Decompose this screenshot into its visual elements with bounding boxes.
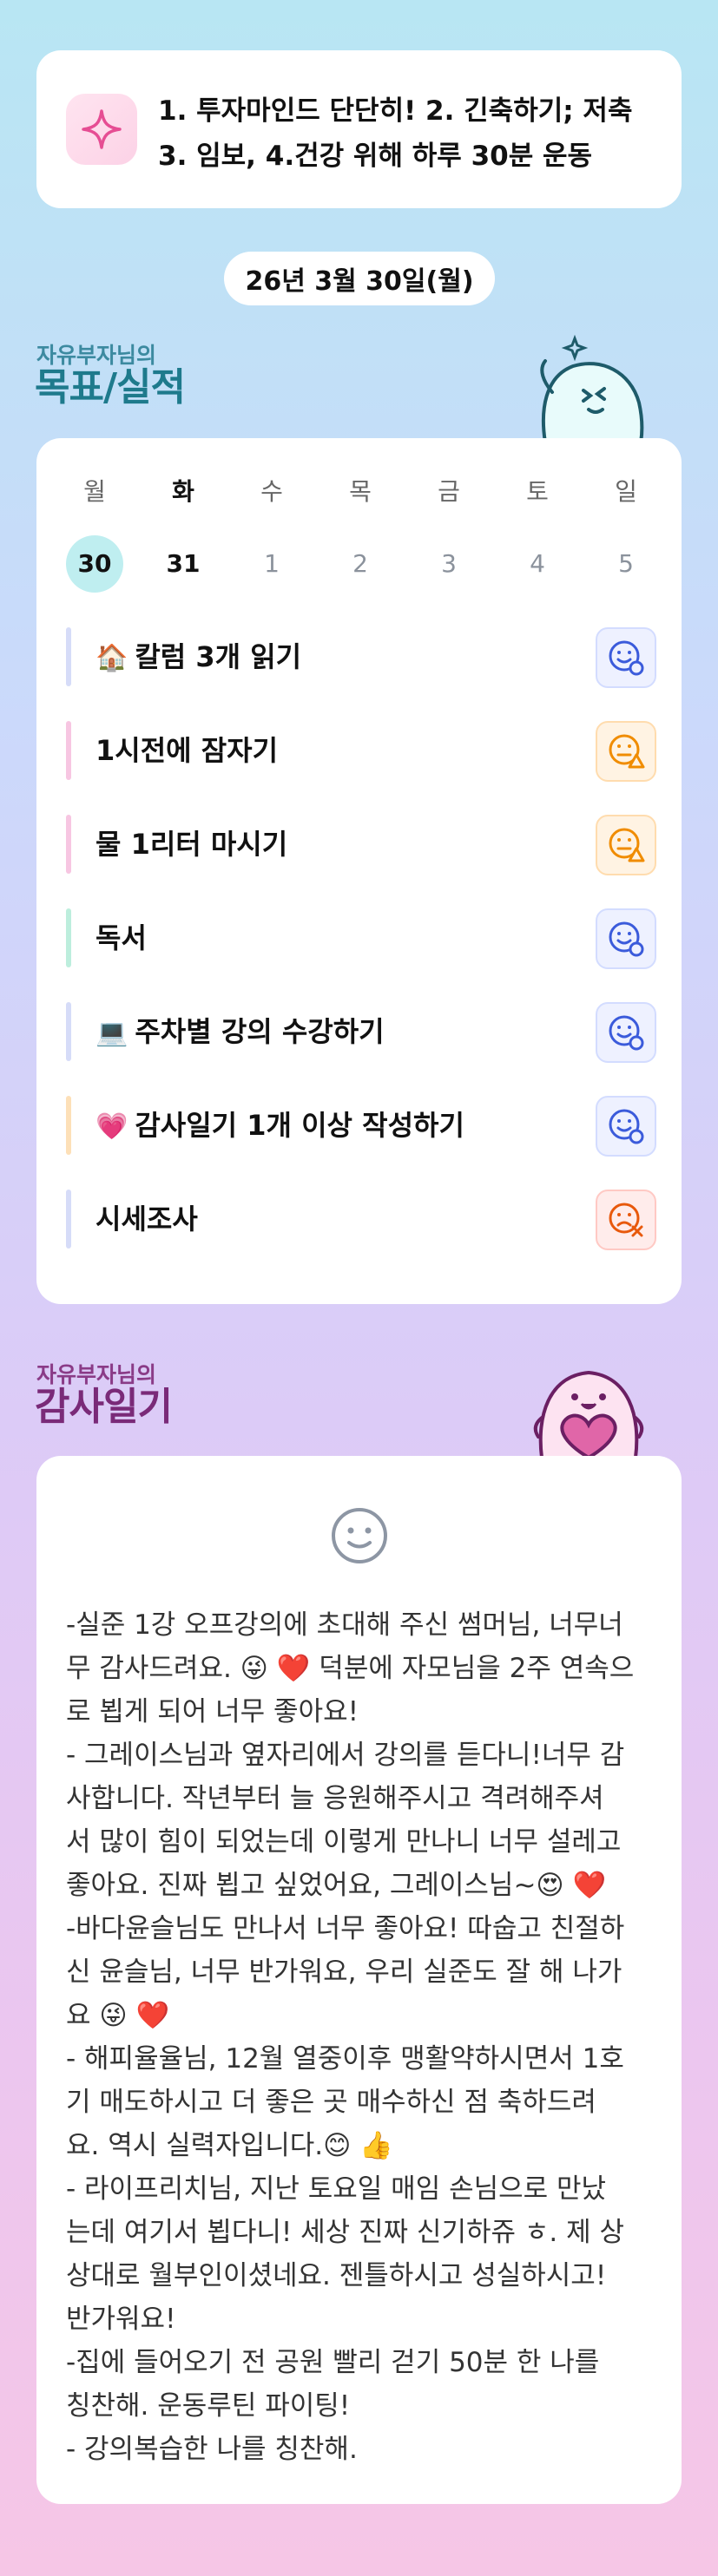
task-color-bar: [66, 815, 71, 874]
goals-card: 월 30 화 31 수 1 목 2 금 3 토 4 일 5 🏠 칼럼 3개 읽기…: [36, 438, 682, 1304]
diary-text: -실준 1강 오프강의에 초대해 주신 썸머님, 너무너 무 감사드려요. 😜 …: [66, 1603, 656, 2471]
day-fri[interactable]: 금 3: [420, 475, 478, 593]
task-color-bar: [66, 908, 71, 967]
day-number: 2: [352, 549, 368, 578]
task-item[interactable]: 💻 주차별 강의 수강하기: [66, 1002, 656, 1063]
diary-entry: -집에 들어오기 전 공원 빨리 걷기 50분 한 나를 칭찬해. 운동루틴 파…: [66, 2347, 600, 2422]
diary-entry: - 라이프리치님, 지난 토요일 매임 손님으로 만났 는데 여기서 뵙다니! …: [66, 2173, 624, 2335]
day-name: 금: [438, 477, 460, 506]
task-label: 💗 감사일기 1개 이상 작성하기: [96, 1096, 464, 1157]
day-thu[interactable]: 목 2: [332, 475, 389, 593]
task-item[interactable]: 물 1리터 마시기: [66, 815, 656, 875]
goal-line-2: 3. 임보, 4.건강 위해 하루 30분 운동: [158, 141, 593, 172]
task-label: 물 1리터 마시기: [96, 815, 287, 874]
status-partial-icon[interactable]: [596, 721, 656, 782]
diary-entry: -실준 1강 오프강의에 초대해 주신 썸머님, 너무너 무 감사드려요. 😜 …: [66, 1609, 635, 1727]
status-done-icon[interactable]: [596, 627, 656, 688]
task-label: 시세조사: [96, 1190, 198, 1249]
day-sun[interactable]: 일 5: [597, 475, 655, 593]
goals-section-title: 목표/실적: [35, 365, 186, 410]
task-text: 칼럼 3개 읽기: [135, 640, 302, 673]
goal-line-1: 1. 투자마인드 단단히! 2. 긴축하기; 저축: [158, 95, 633, 127]
task-color-bar: [66, 1190, 71, 1249]
day-number: 5: [618, 549, 634, 578]
task-color-bar: [66, 1002, 71, 1061]
day-number: 1: [264, 549, 280, 578]
task-item[interactable]: 🏠 칼럼 3개 읽기: [66, 627, 656, 688]
day-number-selected: 30: [66, 535, 123, 593]
task-item[interactable]: 💗 감사일기 1개 이상 작성하기: [66, 1096, 656, 1157]
day-sat[interactable]: 토 4: [509, 475, 566, 593]
day-number: 3: [441, 549, 457, 578]
status-failed-icon[interactable]: [596, 1190, 656, 1250]
task-color-bar: [66, 627, 71, 686]
task-label: 독서: [96, 908, 147, 967]
diary-card: -실준 1강 오프강의에 초대해 주신 썸머님, 너무너 무 감사드려요. 😜 …: [36, 1456, 682, 2504]
goal-banner: 1. 투자마인드 단단히! 2. 긴축하기; 저축 3. 임보, 4.건강 위해…: [36, 50, 682, 208]
date-label[interactable]: 26년 3월 30일(월): [224, 252, 495, 305]
task-text: 감사일기 1개 이상 작성하기: [135, 1109, 464, 1142]
day-name: 월: [83, 477, 106, 506]
status-done-icon[interactable]: [596, 1096, 656, 1157]
status-done-icon[interactable]: [596, 1002, 656, 1063]
sparkle-icon: [66, 94, 137, 165]
status-done-icon[interactable]: [596, 908, 656, 969]
day-number: 4: [530, 549, 545, 578]
day-mon[interactable]: 월 30: [66, 475, 123, 593]
task-item[interactable]: 1시전에 잠자기: [66, 721, 656, 782]
mascot-waving-illustration: [519, 331, 658, 448]
day-name: 일: [615, 477, 637, 506]
laptop-icon: 💻: [96, 1018, 128, 1048]
task-text: 1시전에 잠자기: [96, 734, 279, 767]
goal-text: 1. 투자마인드 단단히! 2. 긴축하기; 저축 3. 임보, 4.건강 위해…: [158, 88, 670, 179]
task-text: 독서: [96, 921, 147, 954]
diary-entry: - 해피율율님, 12월 열중이후 맹활약하시면서 1호 기 매도하시고 더 좋…: [66, 2043, 624, 2161]
task-text: 시세조사: [96, 1203, 198, 1236]
diary-entry: -바다윤슬님도 만나서 너무 좋아요! 따숩고 친절하 신 윤슬님, 너무 반가…: [66, 1913, 625, 2031]
heart-icon: 💗: [96, 1111, 128, 1142]
task-item[interactable]: 독서: [66, 908, 656, 969]
day-name: 화: [172, 477, 194, 506]
day-name: 목: [349, 477, 372, 506]
task-item[interactable]: 시세조사: [66, 1190, 656, 1250]
house-icon: 🏠: [96, 643, 128, 673]
task-label: 1시전에 잠자기: [96, 721, 278, 780]
task-text: 주차별 강의 수강하기: [135, 1015, 385, 1048]
day-number: 31: [166, 549, 201, 578]
task-color-bar: [66, 1096, 71, 1155]
neutral-smiley-icon[interactable]: [330, 1506, 389, 1569]
day-name: 토: [526, 477, 549, 506]
day-tue[interactable]: 화 31: [155, 475, 212, 593]
task-label: 🏠 칼럼 3개 읽기: [96, 627, 301, 688]
task-color-bar: [66, 721, 71, 780]
day-name: 수: [260, 477, 283, 506]
task-text: 물 1리터 마시기: [96, 828, 288, 861]
task-label: 💻 주차별 강의 수강하기: [96, 1002, 385, 1063]
diary-entry: - 그레이스님과 옆자리에서 강의를 듣다니!너무 감 사합니다. 작년부터 늘…: [66, 1740, 625, 1901]
diary-entry: - 강의복습한 나를 칭찬해.: [66, 2434, 358, 2465]
day-wed[interactable]: 수 1: [243, 475, 300, 593]
status-partial-icon[interactable]: [596, 815, 656, 875]
diary-section-title: 감사일기: [35, 1385, 173, 1429]
mascot-heart-illustration: [519, 1347, 658, 1463]
